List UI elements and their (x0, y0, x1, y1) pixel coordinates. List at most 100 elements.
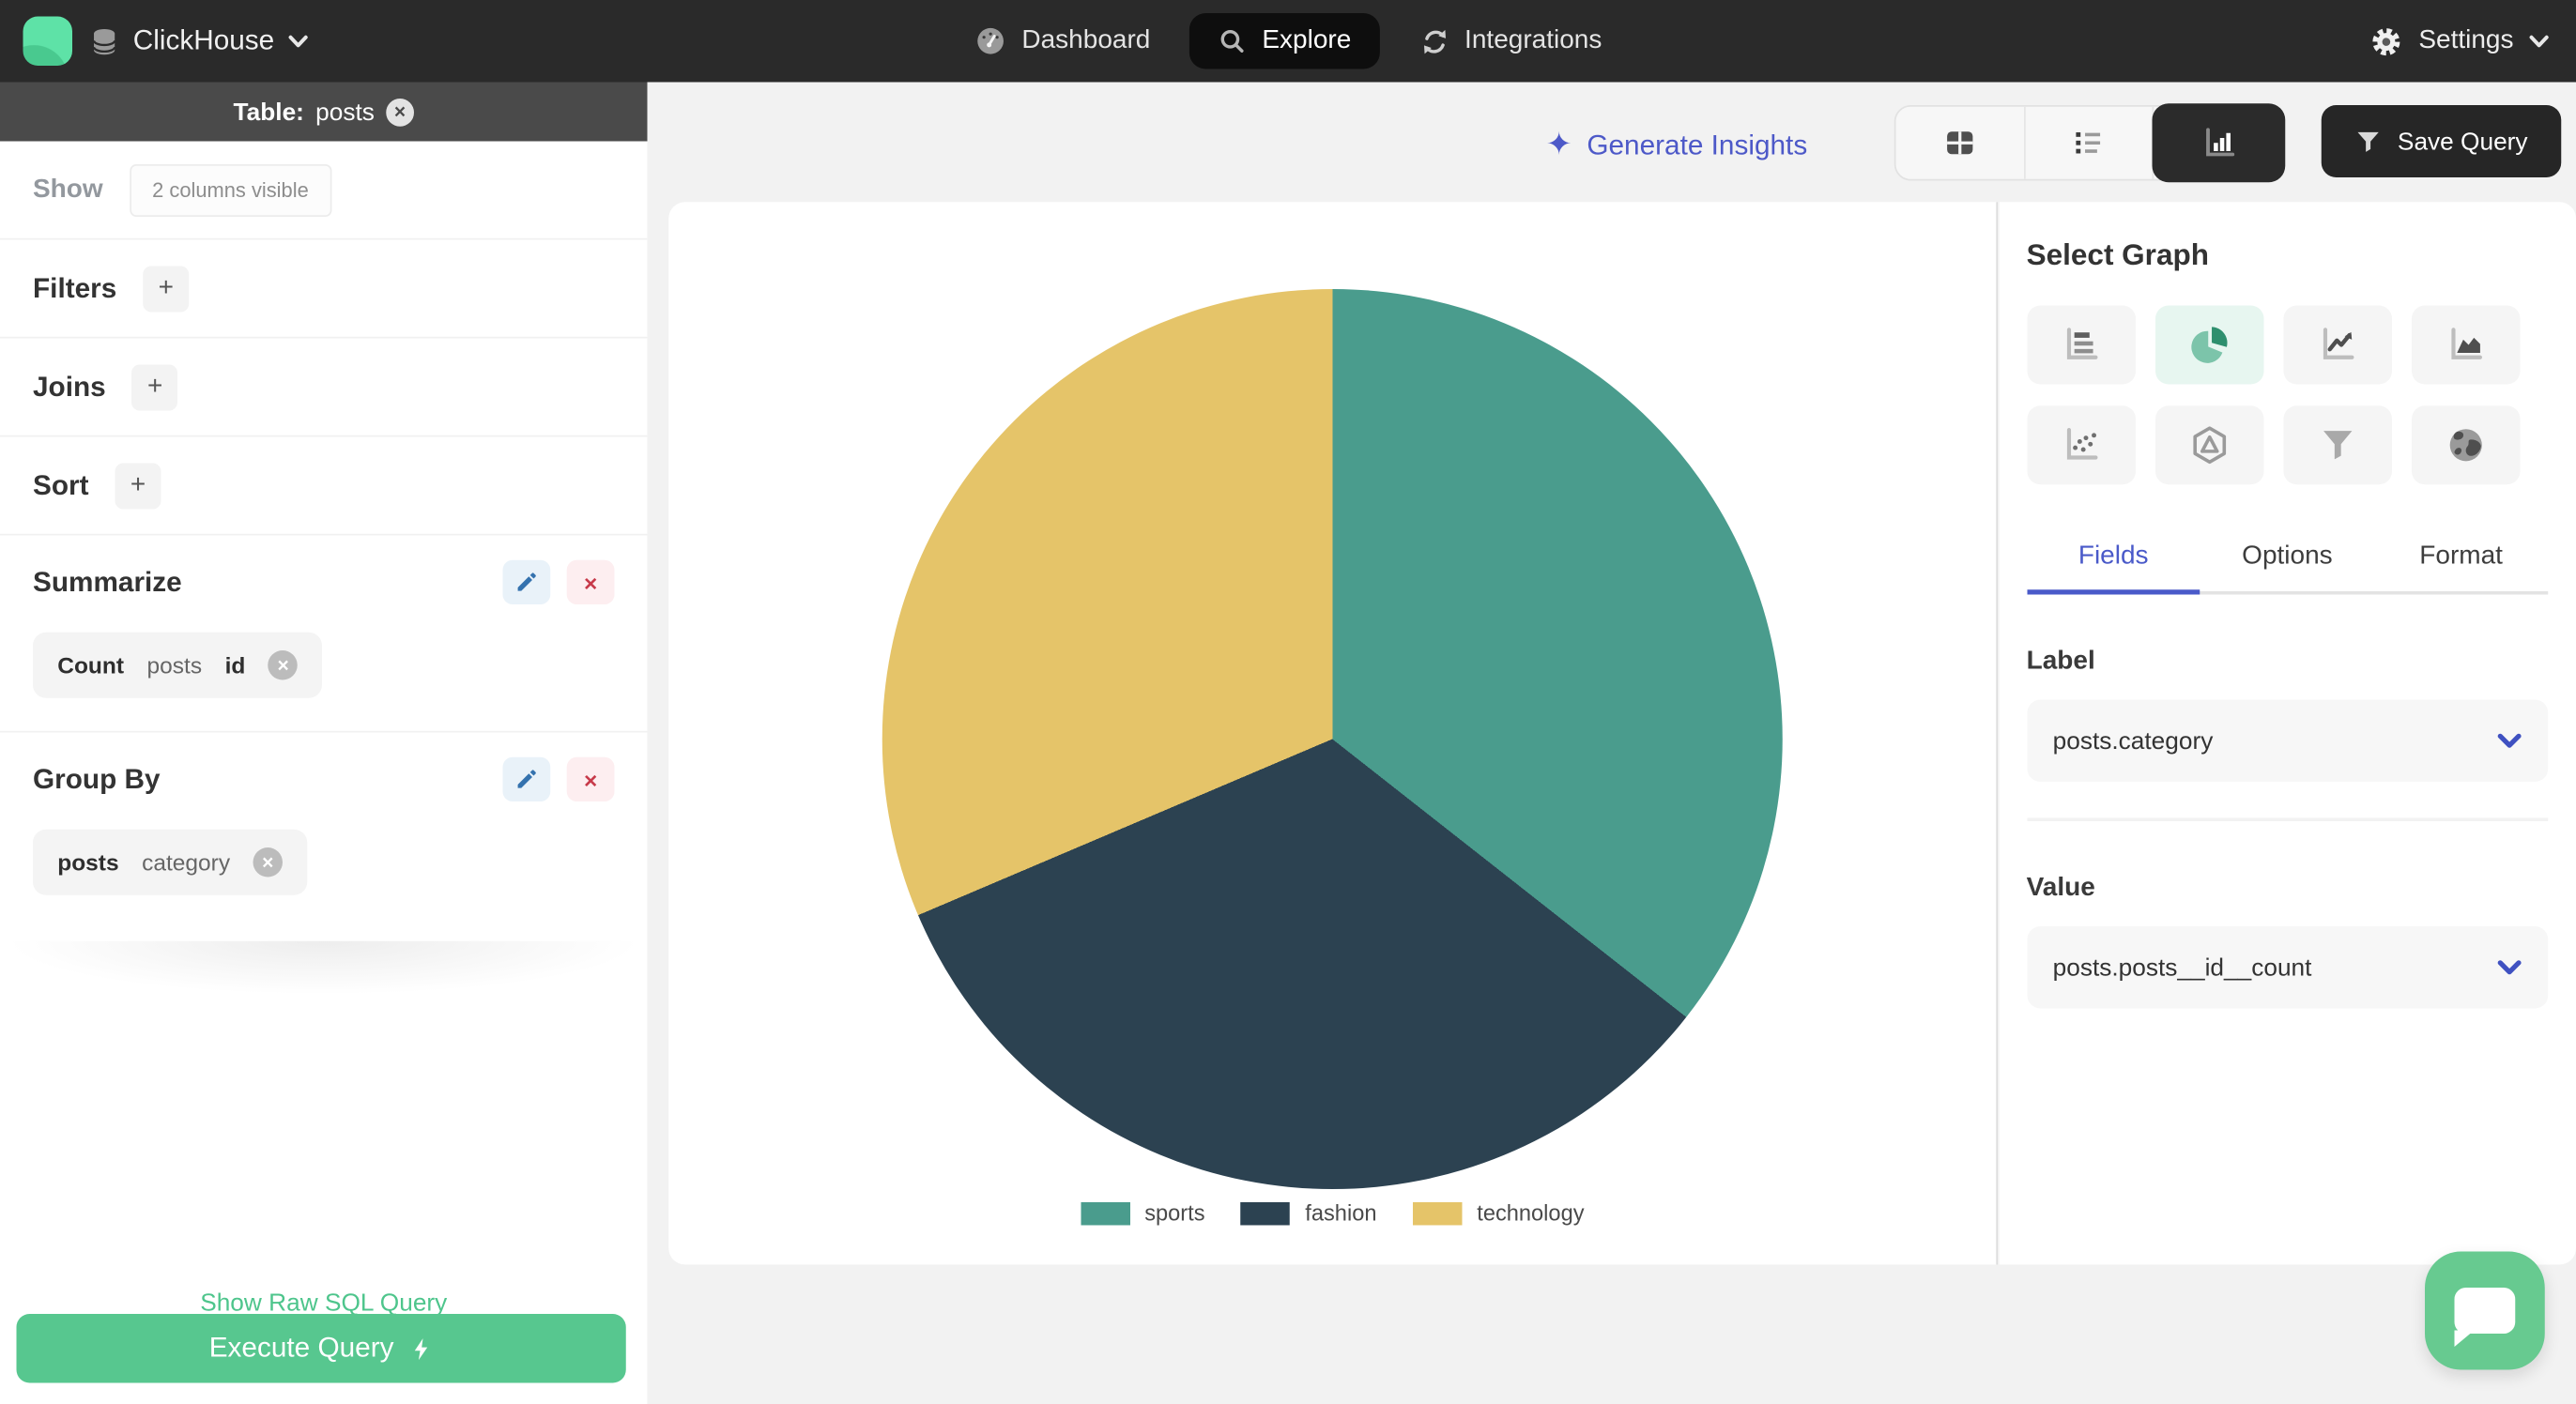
filters-label: Filters (33, 271, 117, 303)
remove-table-button[interactable]: × (386, 98, 414, 126)
remove-chip-button[interactable]: × (268, 650, 299, 680)
legend-swatch (1413, 1201, 1463, 1225)
edit-summarize-button[interactable] (502, 559, 551, 604)
view-list-icon (2070, 125, 2107, 161)
pie-chart[interactable] (882, 289, 1783, 1189)
legend-item[interactable]: fashion (1241, 1200, 1377, 1226)
aggregate-name: Count (57, 651, 125, 679)
save-query-label: Save Query (2397, 127, 2528, 156)
columns-visible-badge[interactable]: 2 columns visible (129, 163, 332, 217)
panel-divider (2026, 817, 2549, 821)
chart-card: sports fashion technology (668, 202, 1998, 1265)
save-query-button[interactable]: Save Query (2321, 105, 2562, 177)
add-join-button[interactable]: + (131, 363, 178, 410)
graph-type-line[interactable] (2282, 305, 2392, 385)
sort-row: Sort + (0, 437, 648, 536)
bolt-icon (408, 1335, 433, 1363)
graph-type-pie[interactable] (2154, 305, 2263, 385)
graph-type-scatter[interactable] (2026, 405, 2136, 485)
view-chart-button[interactable] (2152, 103, 2286, 183)
nav-item-integrations[interactable]: Integrations (1418, 25, 1602, 56)
selected-table-bar: Table: posts × (0, 82, 648, 142)
value-select-value: posts.posts__id__count (2052, 953, 2312, 982)
app-window: ClickHouse Dashboard Explore Integration… (0, 0, 2576, 1404)
table-label: Table: (233, 98, 304, 126)
view-chart-icon (2199, 123, 2238, 162)
remove-chip-button[interactable]: × (253, 847, 284, 878)
legend-swatch (1241, 1201, 1291, 1225)
chevron-down-icon (2497, 959, 2522, 976)
graph-type-map[interactable] (2411, 405, 2520, 485)
group-by-chip[interactable]: posts category × (33, 829, 308, 895)
execute-query-button[interactable]: Execute Query (16, 1314, 626, 1383)
nav-item-explore[interactable]: Explore (1189, 13, 1380, 69)
value-select[interactable]: posts.posts__id__count (2026, 926, 2549, 1009)
integrations-icon (1418, 25, 1449, 56)
edit-group-by-button[interactable] (502, 756, 551, 801)
funnel-icon (2316, 424, 2359, 467)
query-builder-sidebar: Table: posts × Show 2 columns visible Fi… (0, 82, 648, 1404)
show-label: Show (33, 175, 103, 204)
chart-legend: sports fashion technology (668, 1200, 1996, 1226)
legend-label: technology (1477, 1200, 1585, 1226)
graph-type-area[interactable] (2411, 305, 2520, 385)
gear-icon (2369, 23, 2404, 58)
filters-row: Filters + (0, 240, 648, 339)
brand-name: ClickHouse (132, 24, 275, 56)
view-table-button[interactable] (1896, 106, 2025, 179)
dashboard-icon (974, 24, 1007, 57)
view-table-icon (1941, 125, 1978, 161)
label-select[interactable]: posts.category (2026, 699, 2549, 782)
graph-type-horizontal-bar[interactable] (2026, 305, 2136, 385)
summarize-section: Summarize × Count posts id × (0, 536, 648, 733)
add-filter-button[interactable]: + (143, 265, 190, 312)
remove-group-by-button[interactable]: × (566, 756, 615, 801)
chevron-down-icon (2497, 733, 2522, 750)
nav-item-dashboard[interactable]: Dashboard (974, 24, 1151, 57)
graph-type-funnel[interactable] (2282, 405, 2392, 485)
graph-type-radar[interactable] (2154, 405, 2263, 485)
tab-options[interactable]: Options (2200, 527, 2374, 591)
summarize-chip[interactable]: Count posts id × (33, 632, 323, 698)
nav-item-label: Dashboard (1021, 26, 1151, 54)
legend-item[interactable]: technology (1413, 1200, 1585, 1226)
chip-column-name: id (224, 651, 246, 679)
section-list-shadow (0, 940, 648, 1000)
sparkle-icon: ✦ (1545, 128, 1572, 163)
graph-type-grid (2026, 305, 2523, 485)
globe-icon (2444, 424, 2487, 467)
execute-query-label: Execute Query (208, 1332, 394, 1364)
chip-table-name: posts (57, 848, 119, 876)
group-by-section: Group By × posts category × (0, 733, 648, 928)
chat-widget-button[interactable] (2425, 1251, 2545, 1370)
group-by-label: Group By (33, 762, 161, 795)
chevron-down-icon (2528, 34, 2550, 49)
top-navbar: ClickHouse Dashboard Explore Integration… (0, 0, 2576, 83)
tab-fields[interactable]: Fields (2026, 527, 2200, 595)
chat-icon (2454, 1288, 2516, 1347)
line-chart-icon (2316, 324, 2359, 367)
legend-item[interactable]: sports (1080, 1200, 1205, 1226)
graph-settings-panel: Select Graph Fields Options Format Label… (1998, 202, 2576, 1265)
view-list-button[interactable] (2025, 106, 2154, 179)
label-select-value: posts.category (2052, 726, 2214, 755)
tab-format[interactable]: Format (2374, 527, 2548, 591)
legend-swatch (1080, 1201, 1130, 1225)
view-toggle (1894, 103, 2286, 183)
brand-switcher[interactable]: ClickHouse (23, 0, 309, 83)
settings-label: Settings (2418, 26, 2514, 54)
generate-insights-button[interactable]: ✦ Generate Insights (1546, 127, 1807, 164)
select-graph-title: Select Graph (2026, 237, 2209, 271)
label-heading: Label (2026, 647, 2095, 676)
pencil-icon (514, 570, 539, 594)
save-funnel-icon (2354, 128, 2383, 156)
scatter-plot-icon (2060, 424, 2103, 467)
app-logo (23, 16, 72, 66)
search-icon (1218, 26, 1248, 56)
remove-summarize-button[interactable]: × (566, 559, 615, 604)
chevron-down-icon (287, 34, 309, 49)
sort-label: Sort (33, 468, 89, 500)
pie-chart-icon (2187, 324, 2231, 367)
add-sort-button[interactable]: + (115, 462, 161, 509)
settings-menu[interactable]: Settings (2369, 0, 2550, 83)
